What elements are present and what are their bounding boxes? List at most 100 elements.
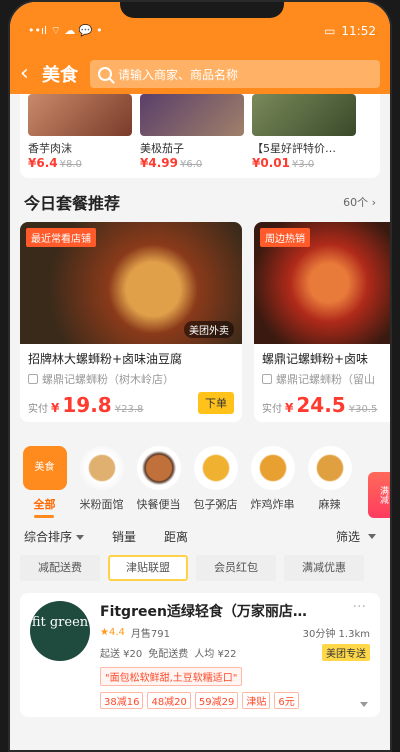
category-noodles[interactable]: 米粉面馆	[73, 446, 130, 512]
price-row: 实付 ¥ 24.5 ¥30.5	[254, 389, 390, 421]
currency: ¥	[285, 401, 294, 415]
combo-shop: 螺鼎记螺蛳粉（树木岭店）	[20, 369, 242, 389]
filter-label: 筛选	[335, 530, 360, 544]
price-old: ¥23.8	[114, 404, 144, 415]
price-current: 24.5	[296, 393, 346, 417]
search-input[interactable]: 请输入商家、商品名称	[90, 60, 380, 88]
top-item[interactable]: 【5星好評特价… ¥0.01 ¥3.0	[252, 94, 356, 170]
page-title: 美食	[42, 65, 78, 86]
discount-tag: 38减16	[100, 692, 144, 709]
status-icons-left: ••ıl ⌔ ☁ 💬 •	[28, 24, 103, 37]
price-current: ¥6.4	[28, 156, 58, 170]
sort-sales[interactable]: 销量	[112, 528, 136, 545]
category-label: 全部	[33, 498, 56, 511]
item-name: 香芋肉沫	[28, 142, 72, 155]
food-image	[28, 94, 132, 136]
category-label: 炸鸡炸串	[250, 498, 295, 511]
watermark: 美团外卖	[184, 321, 234, 338]
category-buns[interactable]: 包子粥店	[187, 446, 244, 512]
bento-icon	[136, 446, 181, 490]
content-scroll[interactable]: 香芋肉沫 ¥6.4 ¥8.0 美极茄子 ¥4.99 ¥6.0 【5星好評特价… ¥0…	[10, 94, 390, 750]
filter-chips: 减配送费 津贴联盟 会员红包 满减优惠	[10, 551, 390, 585]
discount-tag: 6元	[274, 692, 299, 709]
review-quote: "面包松软鲜甜,土豆软糯适口"	[100, 667, 243, 686]
search-icon	[98, 67, 112, 81]
category-label: 米粉面馆	[79, 498, 124, 511]
min-order: 起送 ¥20	[100, 649, 143, 660]
price-old: ¥8.0	[59, 159, 82, 170]
store-icon	[28, 374, 38, 384]
item-price: ¥6.4 ¥8.0	[28, 156, 132, 170]
delivery-badge: 美团专送	[322, 644, 370, 661]
shop-name: 螺鼎记螺蛳粉（留山	[276, 373, 375, 386]
more-icon[interactable]: ···	[353, 599, 366, 615]
price-old: ¥6.0	[179, 159, 203, 170]
combo-shop: 螺鼎记螺蛳粉（留山	[254, 369, 390, 389]
combo-card[interactable]: 最近常看店铺 美团外卖 招牌林大螺蛳粉+卤味油豆腐 螺鼎记螺蛳粉（树木岭店） 实…	[20, 222, 242, 422]
chevron-down-icon[interactable]	[360, 702, 368, 707]
shop-name: Fitgreen适绿轻食（万家丽店…	[100, 604, 307, 620]
chip-free-delivery[interactable]: 减配送费	[20, 555, 100, 581]
chevron-down-icon	[76, 535, 85, 540]
rating: ★4.4	[100, 627, 125, 638]
notch	[120, 2, 284, 18]
combo-tag: 最近常看店铺	[26, 228, 96, 247]
item-name: 【5星好評特价…	[252, 142, 336, 155]
discount-tags: 38减16 48减20 59减29 津贴 6元	[100, 692, 370, 709]
price-label: 实付	[262, 404, 282, 415]
side-promo-badge[interactable]: 满减	[368, 472, 390, 518]
category-label: 快餐便当	[136, 498, 181, 511]
food-image	[252, 94, 356, 136]
discount-tag: 津贴	[242, 692, 271, 709]
chip-subsidy[interactable]: 津贴联盟	[108, 555, 188, 581]
phone-screen: ••ıl ⌔ ☁ 💬 • ▭ 11:52 ‹ 美食 请输入商家、商品名称 香芋肉…	[8, 0, 392, 752]
section-title: 今日套餐推荐	[24, 194, 121, 213]
combo-card[interactable]: 周边热销 螺鼎记螺蛳粉+卤味 螺鼎记螺蛳粉（留山 实付 ¥ 24.5 ¥30.5	[254, 222, 390, 422]
category-fried[interactable]: 炸鸡炸串	[244, 446, 301, 512]
shop-card[interactable]: fit green Fitgreen适绿轻食（万家丽店… ★4.4 月售791 …	[20, 593, 380, 717]
discount-tag: 48减20	[147, 692, 191, 709]
store-icon	[262, 374, 272, 384]
sort-bar: 综合排序 销量 距离 筛选	[10, 512, 390, 551]
filter-button[interactable]: 筛选	[336, 528, 376, 545]
shop-info: Fitgreen适绿轻食（万家丽店… ★4.4 月售791 30分钟 1.3km…	[100, 601, 370, 709]
category-spicy[interactable]: 麻辣	[301, 446, 358, 512]
status-bar: ••ıl ⌔ ☁ 💬 • ▭ 11:52	[10, 2, 390, 54]
top-item[interactable]: 美极茄子 ¥4.99 ¥6.0	[140, 94, 244, 170]
search-placeholder: 请输入商家、商品名称	[118, 67, 239, 82]
sort-comprehensive[interactable]: 综合排序	[24, 528, 85, 545]
order-button[interactable]: 下单	[198, 392, 234, 414]
chevron-down-icon	[368, 534, 376, 539]
category-label: 包子粥店	[193, 498, 238, 511]
noodle-icon	[79, 446, 124, 490]
price-current: ¥4.99	[140, 156, 178, 170]
combo-name: 招牌林大螺蛳粉+卤味油豆腐	[28, 352, 183, 366]
combo-name: 螺鼎记螺蛳粉+卤味	[262, 352, 369, 366]
avg-price: 人均 ¥22	[194, 649, 237, 660]
category-bar: 美食 全部 米粉面馆 快餐便当 包子粥店 炸鸡炸串 麻辣	[10, 432, 390, 518]
porridge-icon	[193, 446, 238, 490]
combo-carousel[interactable]: 最近常看店铺 美团外卖 招牌林大螺蛳粉+卤味油豆腐 螺鼎记螺蛳粉（树木岭店） 实…	[10, 222, 390, 422]
combo-tag: 周边热销	[260, 228, 310, 247]
discount-tag: 59减29	[194, 692, 239, 709]
chip-member-coupon[interactable]: 会员红包	[196, 555, 276, 581]
time-distance: 30分钟 1.3km	[302, 629, 370, 640]
combo-image: 周边热销	[254, 222, 390, 344]
see-more-link[interactable]: 60个 ›	[343, 194, 376, 210]
shop-name: 螺鼎记螺蛳粉（树木岭店）	[42, 373, 174, 386]
category-all[interactable]: 美食 全部	[16, 446, 73, 518]
currency: ¥	[51, 401, 60, 415]
back-arrow-icon[interactable]: ‹	[20, 63, 38, 85]
price-old: ¥3.0	[291, 159, 315, 170]
category-fastfood[interactable]: 快餐便当	[130, 446, 187, 512]
shop-logo: fit green	[30, 601, 90, 661]
combo-image: 最近常看店铺 美团外卖	[20, 222, 242, 344]
chip-discount[interactable]: 满减优惠	[284, 555, 364, 581]
item-price: ¥0.01 ¥3.0	[252, 156, 356, 170]
top-item[interactable]: 香芋肉沫 ¥6.4 ¥8.0	[28, 94, 132, 170]
item-price: ¥4.99 ¥6.0	[140, 156, 244, 170]
sort-distance[interactable]: 距离	[164, 528, 188, 545]
food-image	[140, 94, 244, 136]
sort-label: 综合排序	[24, 530, 73, 544]
shop-stats: ★4.4 月售791 30分钟 1.3km	[100, 625, 370, 640]
